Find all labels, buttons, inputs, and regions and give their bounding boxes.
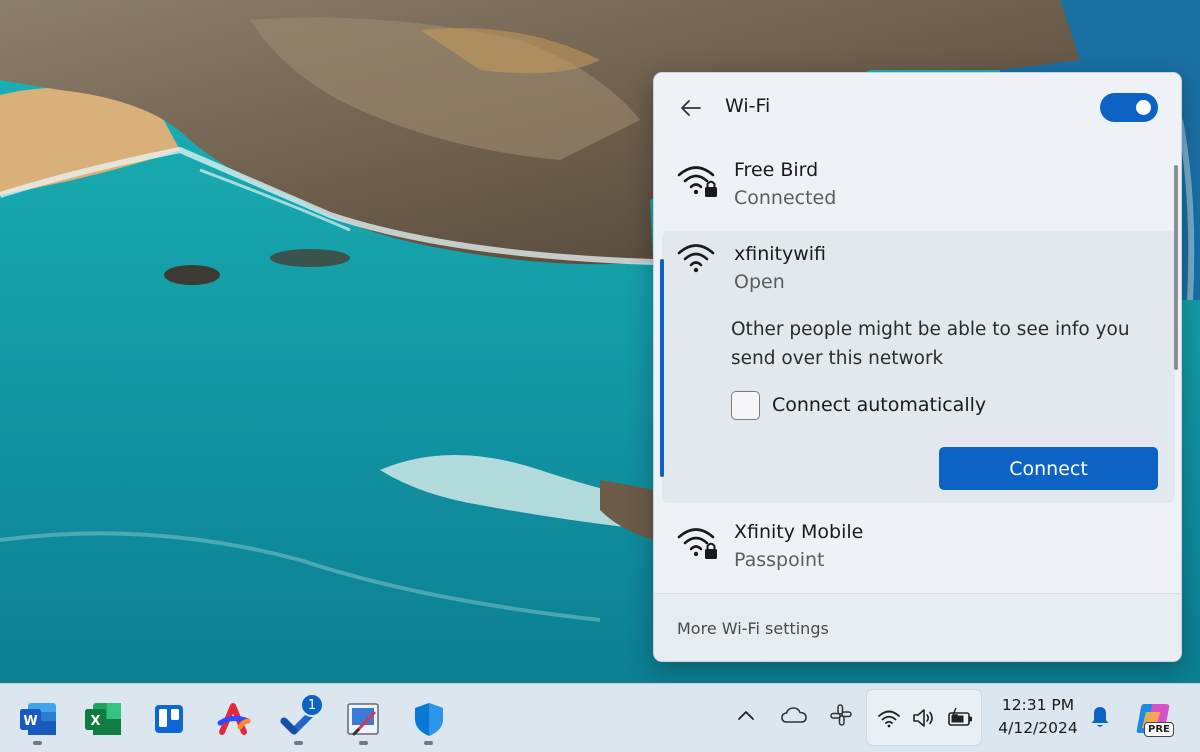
network-name: Xfinity Mobile	[734, 521, 864, 543]
network-status: Connected	[734, 187, 837, 209]
running-indicator	[294, 741, 303, 745]
arc-browser-icon	[217, 703, 251, 735]
word-icon: W	[20, 703, 56, 735]
taskbar: W X 1 12:31 PM 4/12/2024 PRE	[0, 683, 1200, 752]
taskbar-app-snipping-tool[interactable]	[344, 699, 384, 745]
running-indicator	[33, 741, 42, 745]
clock-date: 4/12/2024	[998, 719, 1078, 737]
taskbar-app-excel[interactable]: X	[83, 699, 123, 739]
connect-automatically-checkbox[interactable]	[731, 390, 760, 420]
network-item-xfinity-mobile[interactable]: Xfinity Mobile Passpoint	[662, 511, 1175, 587]
notification-bell-icon[interactable]	[1089, 705, 1111, 729]
network-list-scrollbar[interactable]	[1174, 165, 1178, 370]
taskbar-app-arc[interactable]	[214, 699, 254, 739]
slack-icon[interactable]	[829, 703, 853, 727]
shield-icon	[415, 703, 443, 736]
wifi-secured-icon	[677, 528, 717, 559]
toggle-knob	[1136, 100, 1151, 115]
quick-settings-button[interactable]	[866, 689, 982, 746]
network-name: Free Bird	[734, 159, 819, 181]
volume-icon	[913, 709, 933, 727]
back-button[interactable]	[676, 93, 706, 123]
selection-indicator	[660, 259, 664, 477]
network-name: xfinitywifi	[734, 243, 827, 265]
clock-time: 12:31 PM	[1001, 696, 1075, 714]
trello-icon	[155, 705, 183, 733]
wifi-icon	[878, 710, 900, 728]
excel-icon: X	[85, 703, 121, 735]
connect-button[interactable]: Connect	[939, 447, 1158, 490]
taskbar-clock[interactable]: 12:31 PM 4/12/2024	[990, 694, 1086, 740]
more-wifi-settings-link[interactable]: More Wi-Fi settings	[677, 619, 829, 638]
wifi-flyout: Wi-Fi Free Bird Connected xfinitywifi Op…	[653, 72, 1182, 662]
open-network-warning: Other people might be able to see info y…	[731, 319, 1130, 369]
svg-text:W: W	[23, 714, 37, 729]
wifi-secured-icon	[677, 166, 717, 197]
snipping-tool-icon	[347, 703, 379, 736]
onedrive-icon[interactable]	[781, 706, 807, 724]
taskbar-app-word[interactable]: W	[18, 699, 58, 745]
wifi-open-icon	[677, 244, 715, 273]
network-item-xfinitywifi[interactable]: xfinitywifi Open Other people might be a…	[660, 231, 1175, 503]
connect-automatically-row: Connect automatically	[731, 389, 986, 421]
wifi-panel-title: Wi-Fi	[725, 95, 771, 117]
copilot-button[interactable]: PRE	[1134, 698, 1174, 738]
running-indicator	[424, 741, 433, 745]
battery-charging-icon	[948, 707, 972, 726]
network-item-free-bird[interactable]: Free Bird Connected	[662, 149, 1175, 225]
network-status: Passpoint	[734, 549, 825, 571]
network-status: Open	[734, 271, 785, 293]
running-indicator	[359, 741, 368, 745]
wifi-flyout-header: Wi-Fi	[654, 73, 1181, 143]
taskbar-app-windows-security[interactable]	[409, 699, 449, 745]
wifi-toggle[interactable]	[1100, 93, 1158, 122]
back-arrow-icon	[681, 100, 701, 116]
connect-automatically-label: Connect automatically	[772, 394, 987, 416]
svg-text:X: X	[90, 714, 100, 729]
taskbar-app-trello[interactable]	[149, 699, 189, 739]
notification-badge: 1	[300, 693, 324, 717]
wifi-flyout-footer: More Wi-Fi settings	[654, 593, 1181, 661]
chevron-up-icon[interactable]	[736, 708, 756, 722]
preview-label: PRE	[1144, 722, 1174, 737]
